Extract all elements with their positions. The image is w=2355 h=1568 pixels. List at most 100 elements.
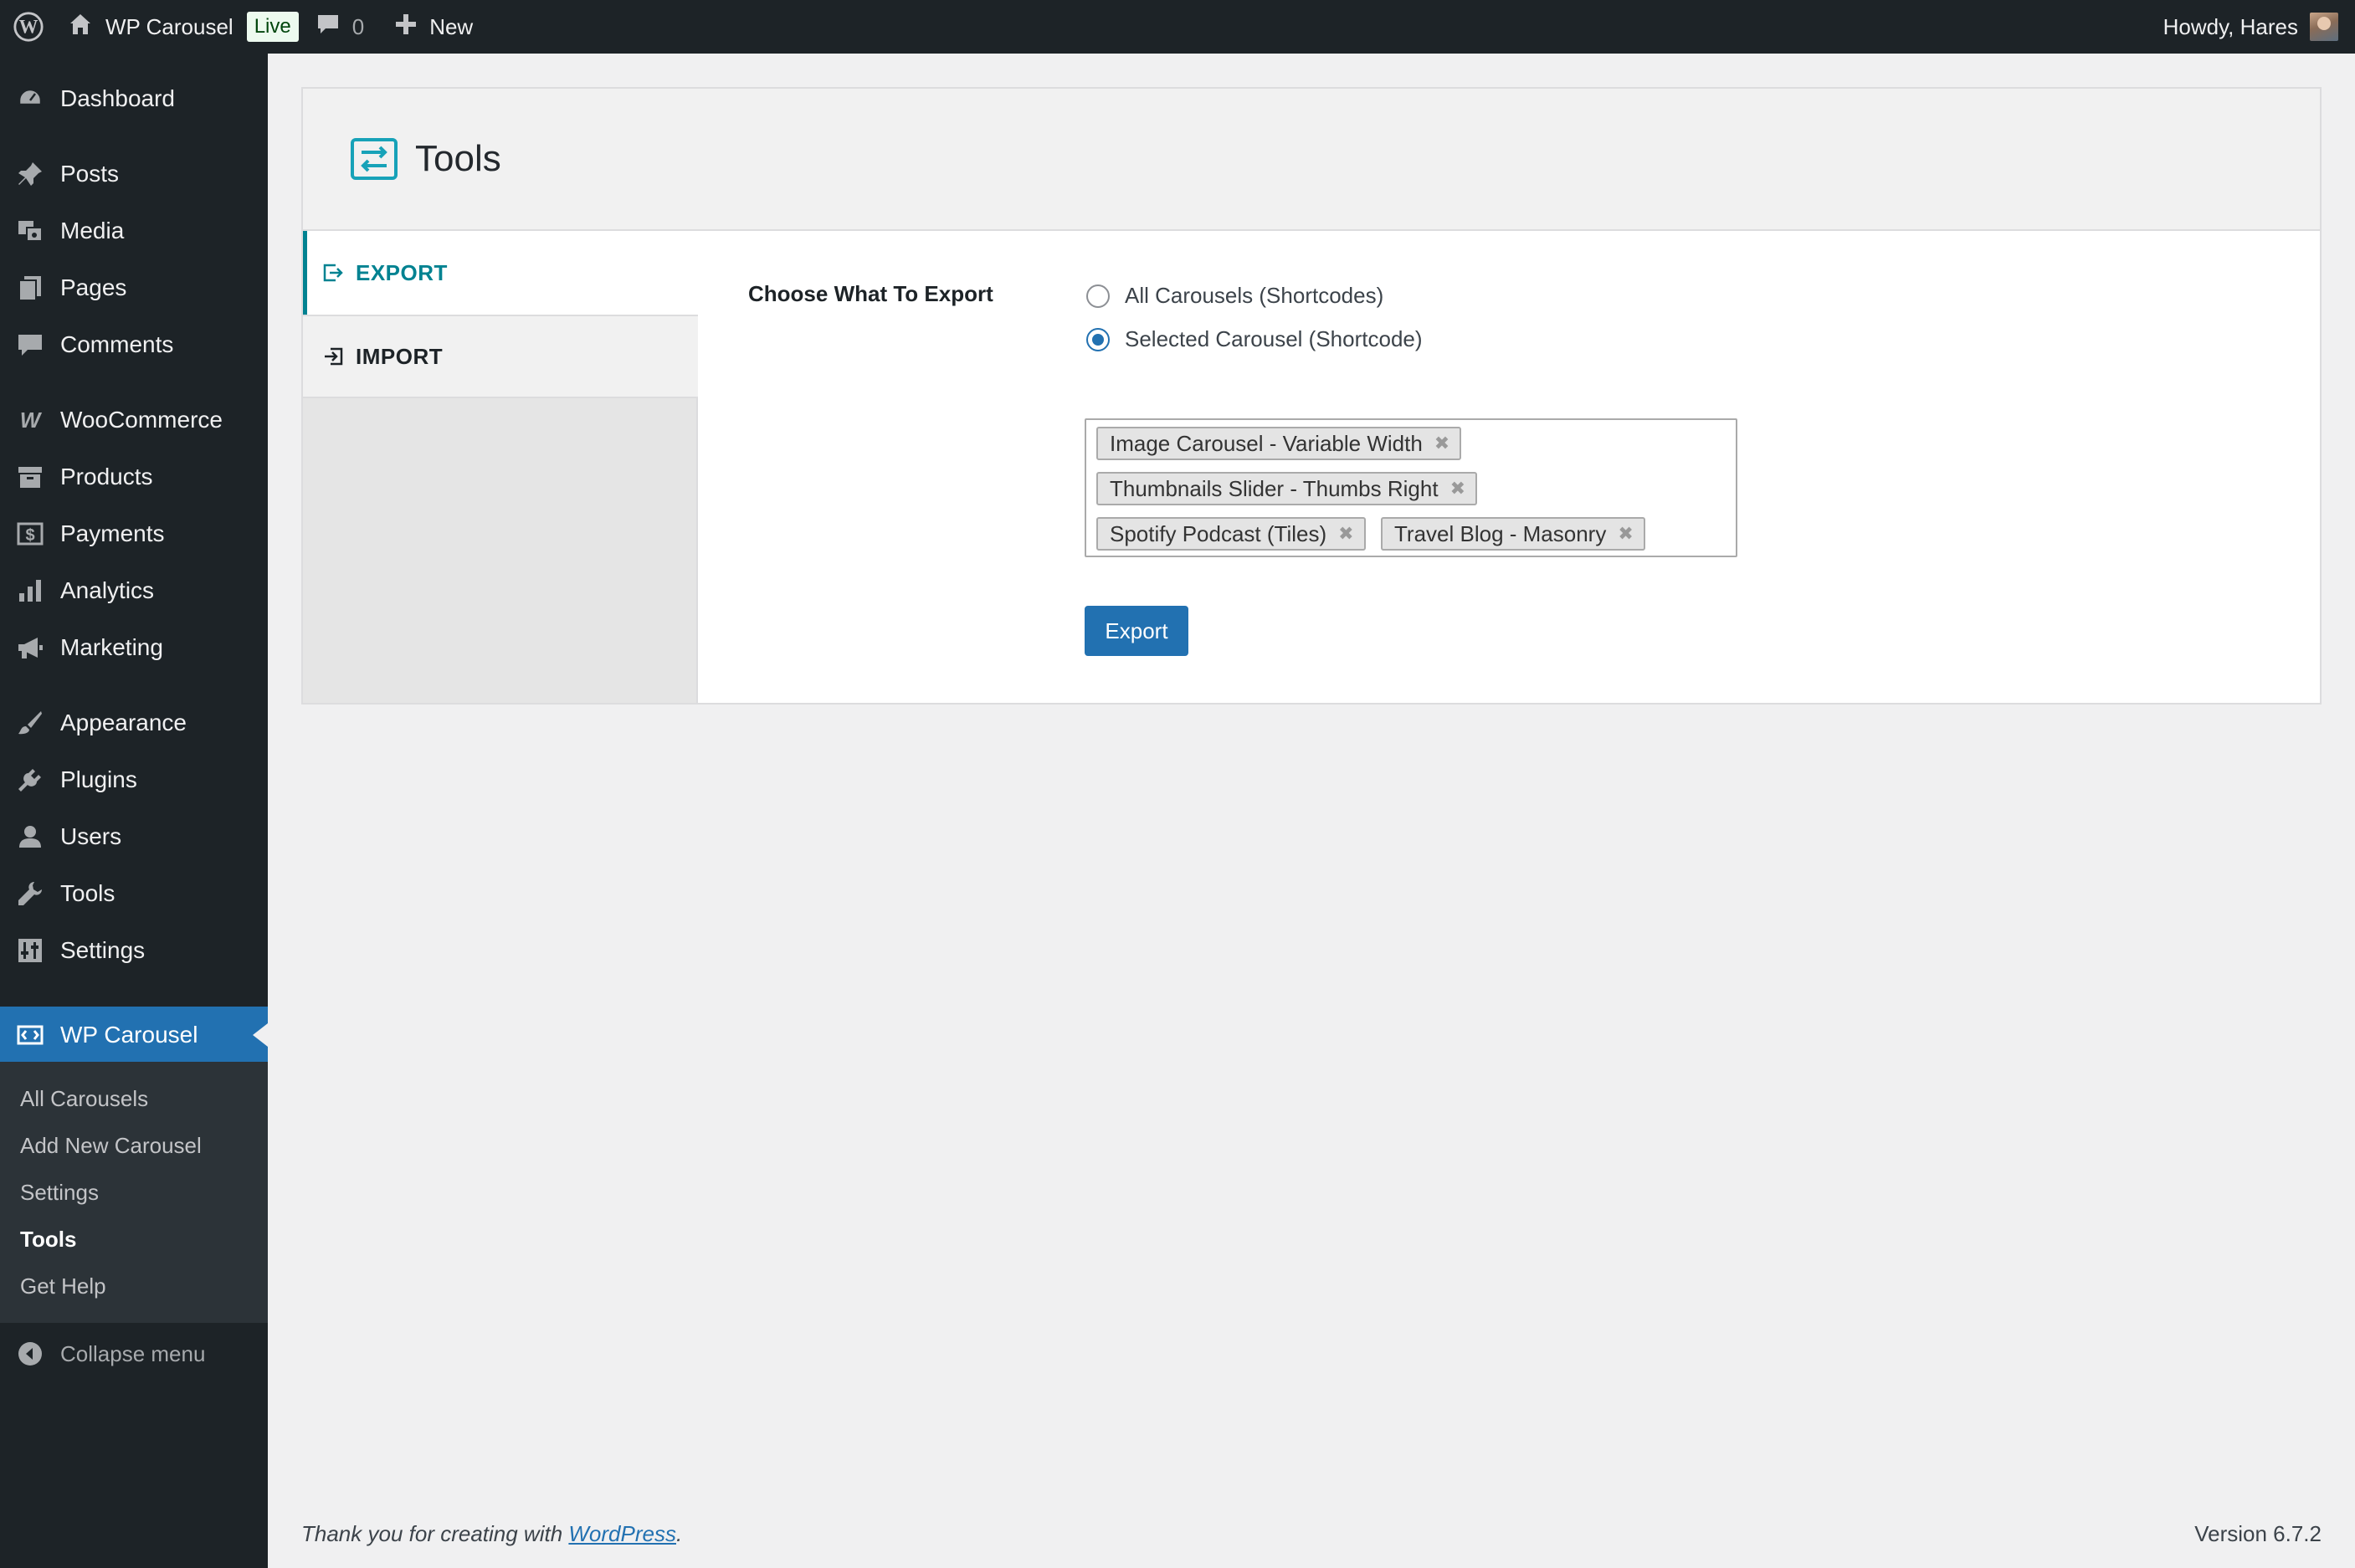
archive-icon <box>0 463 60 491</box>
sidebar-item-tools[interactable]: Tools <box>0 865 268 922</box>
remove-chip-icon[interactable]: ✖ <box>1450 478 1465 500</box>
plus-icon <box>394 13 418 42</box>
selected-chip: Travel Blog - Masonry ✖ <box>1381 517 1645 551</box>
radio-selected-carousel-label: Selected Carousel (Shortcode) <box>1125 326 1423 351</box>
export-button[interactable]: Export <box>1085 606 1188 656</box>
submenu-settings[interactable]: Settings <box>20 1174 99 1211</box>
tabs-column: EXPORT IMPORT <box>303 231 698 703</box>
sidebar-item-pages[interactable]: Pages <box>0 259 268 316</box>
svg-text:W: W <box>19 17 38 38</box>
brush-icon <box>0 709 60 737</box>
wordpress-logo-icon[interactable]: W <box>2 0 55 54</box>
svg-text:$: $ <box>25 526 34 545</box>
chip-label: Thumbnails Slider - Thumbs Right <box>1110 475 1439 501</box>
sidebar-item-label: Pages <box>60 274 127 300</box>
dashboard-icon <box>0 85 60 113</box>
live-badge: Live <box>246 12 299 42</box>
chip-label: Image Carousel - Variable Width <box>1110 430 1423 456</box>
chip-label: Spotify Podcast (Tiles) <box>1110 520 1327 546</box>
home-icon <box>67 11 94 44</box>
sidebar-item-dashboard[interactable]: Dashboard <box>0 70 268 127</box>
sidebar-item-label: Payments <box>60 520 165 546</box>
remove-chip-icon[interactable]: ✖ <box>1434 433 1449 454</box>
collapse-menu-label: Collapse menu <box>60 1340 206 1366</box>
sidebar-item-media[interactable]: Media <box>0 202 268 259</box>
pin-icon <box>0 160 60 188</box>
site-name-link[interactable]: WP Carousel Live <box>67 0 299 54</box>
sidebar-item-plugins[interactable]: Plugins <box>0 751 268 808</box>
sidebar-item-analytics[interactable]: Analytics <box>0 562 268 619</box>
tab-import[interactable]: IMPORT <box>303 315 698 398</box>
radio-all-carousels[interactable] <box>1086 284 1110 308</box>
sidebar-item-label: Posts <box>60 161 120 187</box>
wordpress-link[interactable]: WordPress <box>568 1521 676 1546</box>
sidebar-item-users[interactable]: Users <box>0 808 268 865</box>
comments-link[interactable]: 0 <box>316 0 364 54</box>
sidebar-item-label: Users <box>60 823 122 849</box>
pages-icon <box>0 274 60 302</box>
sidebar-item-posts[interactable]: Posts <box>0 146 268 202</box>
selected-chip: Spotify Podcast (Tiles) ✖ <box>1096 517 1366 551</box>
tools-panel: Tools EXPORT IMPORT Choose What To Expor… <box>301 87 2322 705</box>
collapse-menu-button[interactable]: Collapse menu <box>0 1330 268 1377</box>
footer-thanks-suffix: . <box>675 1521 683 1546</box>
radio-option-selected-carousel[interactable]: Selected Carousel (Shortcode) <box>1086 326 1423 352</box>
sidebar-item-products[interactable]: Products <box>0 448 268 505</box>
submenu-tools[interactable]: Tools <box>20 1221 76 1258</box>
sidebar-item-label: Settings <box>60 937 146 963</box>
tools-header: Tools <box>303 89 2320 231</box>
bar-chart-icon <box>0 576 60 605</box>
carousel-icon <box>0 1021 60 1049</box>
remove-chip-icon[interactable]: ✖ <box>1338 523 1353 545</box>
tab-export[interactable]: EXPORT <box>303 231 698 315</box>
sidebar-item-settings[interactable]: Settings <box>0 922 268 979</box>
sidebar-item-label: Analytics <box>60 577 155 603</box>
megaphone-icon <box>0 633 60 662</box>
sidebar-item-comments[interactable]: Comments <box>0 316 268 373</box>
howdy-label: Howdy, Hares <box>2163 13 2298 39</box>
radio-selected-carousel[interactable] <box>1086 327 1110 351</box>
new-label: New <box>429 13 474 39</box>
account-menu[interactable]: Howdy, Hares <box>2163 0 2338 54</box>
submenu-add-new-carousel[interactable]: Add New Carousel <box>20 1127 202 1164</box>
radio-option-all-carousels[interactable]: All Carousels (Shortcodes) <box>1086 283 1383 309</box>
submenu-all-carousels[interactable]: All Carousels <box>20 1080 148 1117</box>
carousel-multiselect[interactable]: Image Carousel - Variable Width ✖ Thumbn… <box>1085 418 1737 557</box>
selected-chip: Thumbnails Slider - Thumbs Right ✖ <box>1096 472 1478 505</box>
sidebar-item-label: WP Carousel <box>60 1022 198 1048</box>
avatar <box>2310 13 2338 41</box>
page-title: Tools <box>415 138 501 179</box>
sidebar-item-appearance[interactable]: Appearance <box>0 694 268 751</box>
sidebar-item-payments[interactable]: $ Payments <box>0 505 268 562</box>
plug-icon <box>0 766 60 794</box>
admin-bar: W WP Carousel Live 0 New Howdy, Hares <box>0 0 2355 54</box>
sidebar-item-label: Media <box>60 218 125 243</box>
dollar-icon: $ <box>0 520 60 548</box>
sidebar-item-label: Tools <box>60 880 115 906</box>
sidebar-item-label: Marketing <box>60 634 163 660</box>
wrench-icon <box>0 879 60 908</box>
site-name: WP Carousel <box>105 13 233 39</box>
sidebar-item-label: Plugins <box>60 766 137 792</box>
export-icon <box>322 262 344 284</box>
sidebar-item-label: Products <box>60 464 153 489</box>
media-icon <box>0 217 60 245</box>
sidebar-item-marketing[interactable]: Marketing <box>0 619 268 676</box>
footer-thanks: Thank you for creating with WordPress. <box>301 1521 682 1547</box>
new-content-link[interactable]: New <box>394 0 473 54</box>
sidebar-item-wp-carousel[interactable]: WP Carousel <box>0 1007 268 1063</box>
user-icon <box>0 822 60 851</box>
sliders-icon <box>0 936 60 965</box>
sidebar-item-woocommerce[interactable]: W WooCommerce <box>0 392 268 448</box>
import-icon <box>322 346 344 367</box>
radio-all-carousels-label: All Carousels (Shortcodes) <box>1125 283 1384 308</box>
tab-import-label: IMPORT <box>356 343 444 369</box>
sidebar-item-label: Appearance <box>60 710 187 735</box>
submenu-get-help[interactable]: Get Help <box>20 1268 106 1304</box>
export-field-label: Choose What To Export <box>748 281 993 306</box>
woocommerce-icon: W <box>0 406 60 434</box>
sidebar-item-label: WooCommerce <box>60 407 223 433</box>
remove-chip-icon[interactable]: ✖ <box>1618 523 1633 545</box>
collapse-arrow-icon <box>0 1340 60 1367</box>
sidebar-item-label: Comments <box>60 331 174 357</box>
